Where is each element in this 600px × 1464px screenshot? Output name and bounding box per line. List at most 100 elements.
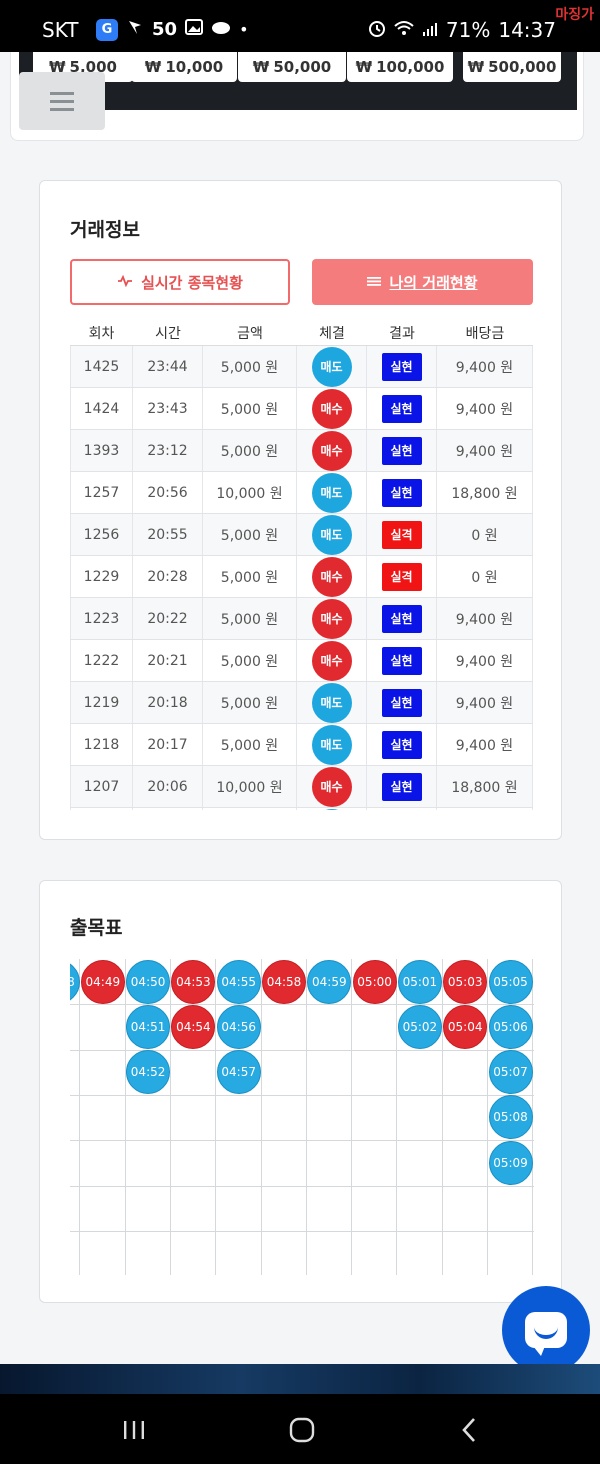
time-cell: 23:44 [133, 346, 203, 387]
execution-cell: 매수 [297, 640, 367, 681]
payout-cell: 18,800 원 [437, 472, 533, 513]
back-button[interactable] [440, 1410, 500, 1450]
draw-ball: 05:00 [352, 959, 397, 1004]
result-cell: 실현 [367, 388, 437, 429]
payout-cell: 9,400 원 [437, 346, 533, 387]
payout-cell: 18,800 원 [437, 766, 533, 807]
tab-live-label: 실시간 종목현황 [141, 273, 243, 292]
currency-symbol: ₩ [144, 58, 162, 76]
col-result: 결과 [389, 326, 415, 342]
result-cell: 실현 [367, 598, 437, 639]
tab-mine-label: 나의 거래현황 [389, 273, 478, 292]
execution-cell: 매수 [297, 598, 367, 639]
time-cell: 20:17 [133, 724, 203, 765]
amount-button-100000[interactable]: ₩ 100,000 [347, 52, 453, 82]
result-cell: 실격 [367, 808, 437, 810]
round-cell: 1222 [70, 640, 133, 681]
execution-cell: 매도 [297, 682, 367, 723]
grid-line [215, 959, 217, 1275]
execution-badge: 매수 [311, 766, 352, 807]
draw-ball: 04:49 [80, 959, 125, 1004]
alarm-icon [368, 18, 386, 42]
status-bar: SKT G 50 • 71% 14:37 마징가 [0, 0, 600, 52]
execution-badge: 매도 [311, 724, 352, 765]
time-cell: 20:56 [133, 472, 203, 513]
menu-button[interactable] [19, 72, 105, 130]
amount-button-500000[interactable]: ₩ 500,000 [463, 52, 561, 82]
execution-badge: 매도 [311, 472, 352, 513]
time-cell: 20:28 [133, 556, 203, 597]
payout-cell: 9,400 원 [437, 724, 533, 765]
amount-panel: ₩ 5,000 ₩ 10,000 ₩ 50,000 ₩ 100,000 ₩ 50… [10, 52, 584, 141]
amount-cell [203, 808, 297, 810]
result-badge: 실현 [381, 730, 422, 759]
amount-cell: 5,000 원 [203, 682, 297, 723]
amount-button-50000[interactable]: ₩ 50,000 [238, 52, 346, 82]
draw-grid[interactable]: 04:4804:4904:5004:5104:52 04:5304:5404:55… [70, 959, 534, 1275]
table-row: 1425 23:44 5,000 원 매도 실현 9,400 원 [70, 346, 533, 388]
execution-cell: 매도 [297, 472, 367, 513]
list-icon [367, 273, 382, 291]
table-row: 1223 20:22 5,000 원 매수 실현 9,400 원 [70, 598, 533, 640]
table-row: 1207 20:06 10,000 원 매수 실현 18,800 원 [70, 766, 533, 808]
result-cell: 실현 [367, 472, 437, 513]
result-badge: 실격 [381, 520, 422, 549]
payout-cell: 9,400 원 [437, 598, 533, 639]
round-cell: 1219 [70, 682, 133, 723]
tab-live-status[interactable]: 실시간 종목현황 [70, 259, 290, 305]
chat-button[interactable] [502, 1286, 590, 1374]
recents-button[interactable] [104, 1410, 164, 1450]
execution-badge: 매수 [311, 388, 352, 429]
grid-line [70, 1140, 534, 1142]
result-cell: 실현 [367, 682, 437, 723]
dot-icon: • [239, 20, 249, 39]
time-cell: 20:18 [133, 682, 203, 723]
result-badge: 실격 [381, 562, 422, 591]
result-cell: 실현 [367, 724, 437, 765]
draw-ball: 05:08 [488, 1095, 533, 1140]
draw-ball: 05:07 [488, 1050, 533, 1095]
draw-ball: 04:50 [126, 959, 171, 1004]
execution-badge: 매도 [311, 346, 352, 387]
trade-table-body[interactable]: 1425 23:44 5,000 원 매도 실현 9,400 원 1424 23:43 5,00… [70, 345, 533, 810]
result-cell: 실현 [367, 430, 437, 471]
tab-my-trades[interactable]: 나의 거래현황 [312, 259, 533, 305]
result-cell: 실현 [367, 766, 437, 807]
cellular-signal-icon [422, 18, 438, 42]
table-row: 1257 20:56 10,000 원 매도 실현 18,800 원 [70, 472, 533, 514]
grid-line [441, 959, 443, 1275]
amount-value: 50,000 [273, 58, 332, 76]
table-row: 1256 20:55 5,000 원 매도 실격 0 원 [70, 514, 533, 556]
round-cell: 1223 [70, 598, 133, 639]
execution-cell: 매수 [297, 388, 367, 429]
amount-button-10000[interactable]: ₩ 10,000 [131, 52, 237, 82]
draw-ball: 04:53 [171, 959, 216, 1004]
execution-cell: 매수 [297, 430, 367, 471]
home-button[interactable] [272, 1410, 332, 1450]
table-row: 1222 20:21 5,000 원 매수 실현 9,400 원 [70, 640, 533, 682]
execution-badge: 매도 [311, 808, 352, 810]
draw-ball: 05:04 [443, 1004, 488, 1049]
draw-ball: 05:01 [397, 959, 442, 1004]
grid-line [305, 959, 307, 1275]
draw-ball: 04:57 [216, 1050, 261, 1095]
home-icon [289, 1417, 315, 1443]
grid-line [260, 959, 262, 1275]
currency-symbol: ₩ [355, 58, 373, 76]
carrier-label: SKT [42, 18, 79, 42]
time-cell: 20:55 [133, 514, 203, 555]
g-app-icon: G [96, 18, 118, 41]
table-row: 1424 23:43 5,000 원 매수 실현 9,400 원 [70, 388, 533, 430]
system-nav-bar [0, 1394, 600, 1464]
draw-ball: 05:03 [443, 959, 488, 1004]
amount-cell: 5,000 원 [203, 598, 297, 639]
amount-cell: 10,000 원 [203, 472, 297, 513]
time-cell: 23:43 [133, 388, 203, 429]
draw-ball: 05:09 [488, 1140, 533, 1185]
grid-line [351, 959, 353, 1275]
draw-ball: 04:54 [171, 1004, 216, 1049]
draw-table-title: 출목표 [70, 917, 123, 939]
currency-symbol: ₩ [252, 58, 270, 76]
payout-cell: 9,400 원 [437, 388, 533, 429]
back-icon [462, 1418, 475, 1442]
